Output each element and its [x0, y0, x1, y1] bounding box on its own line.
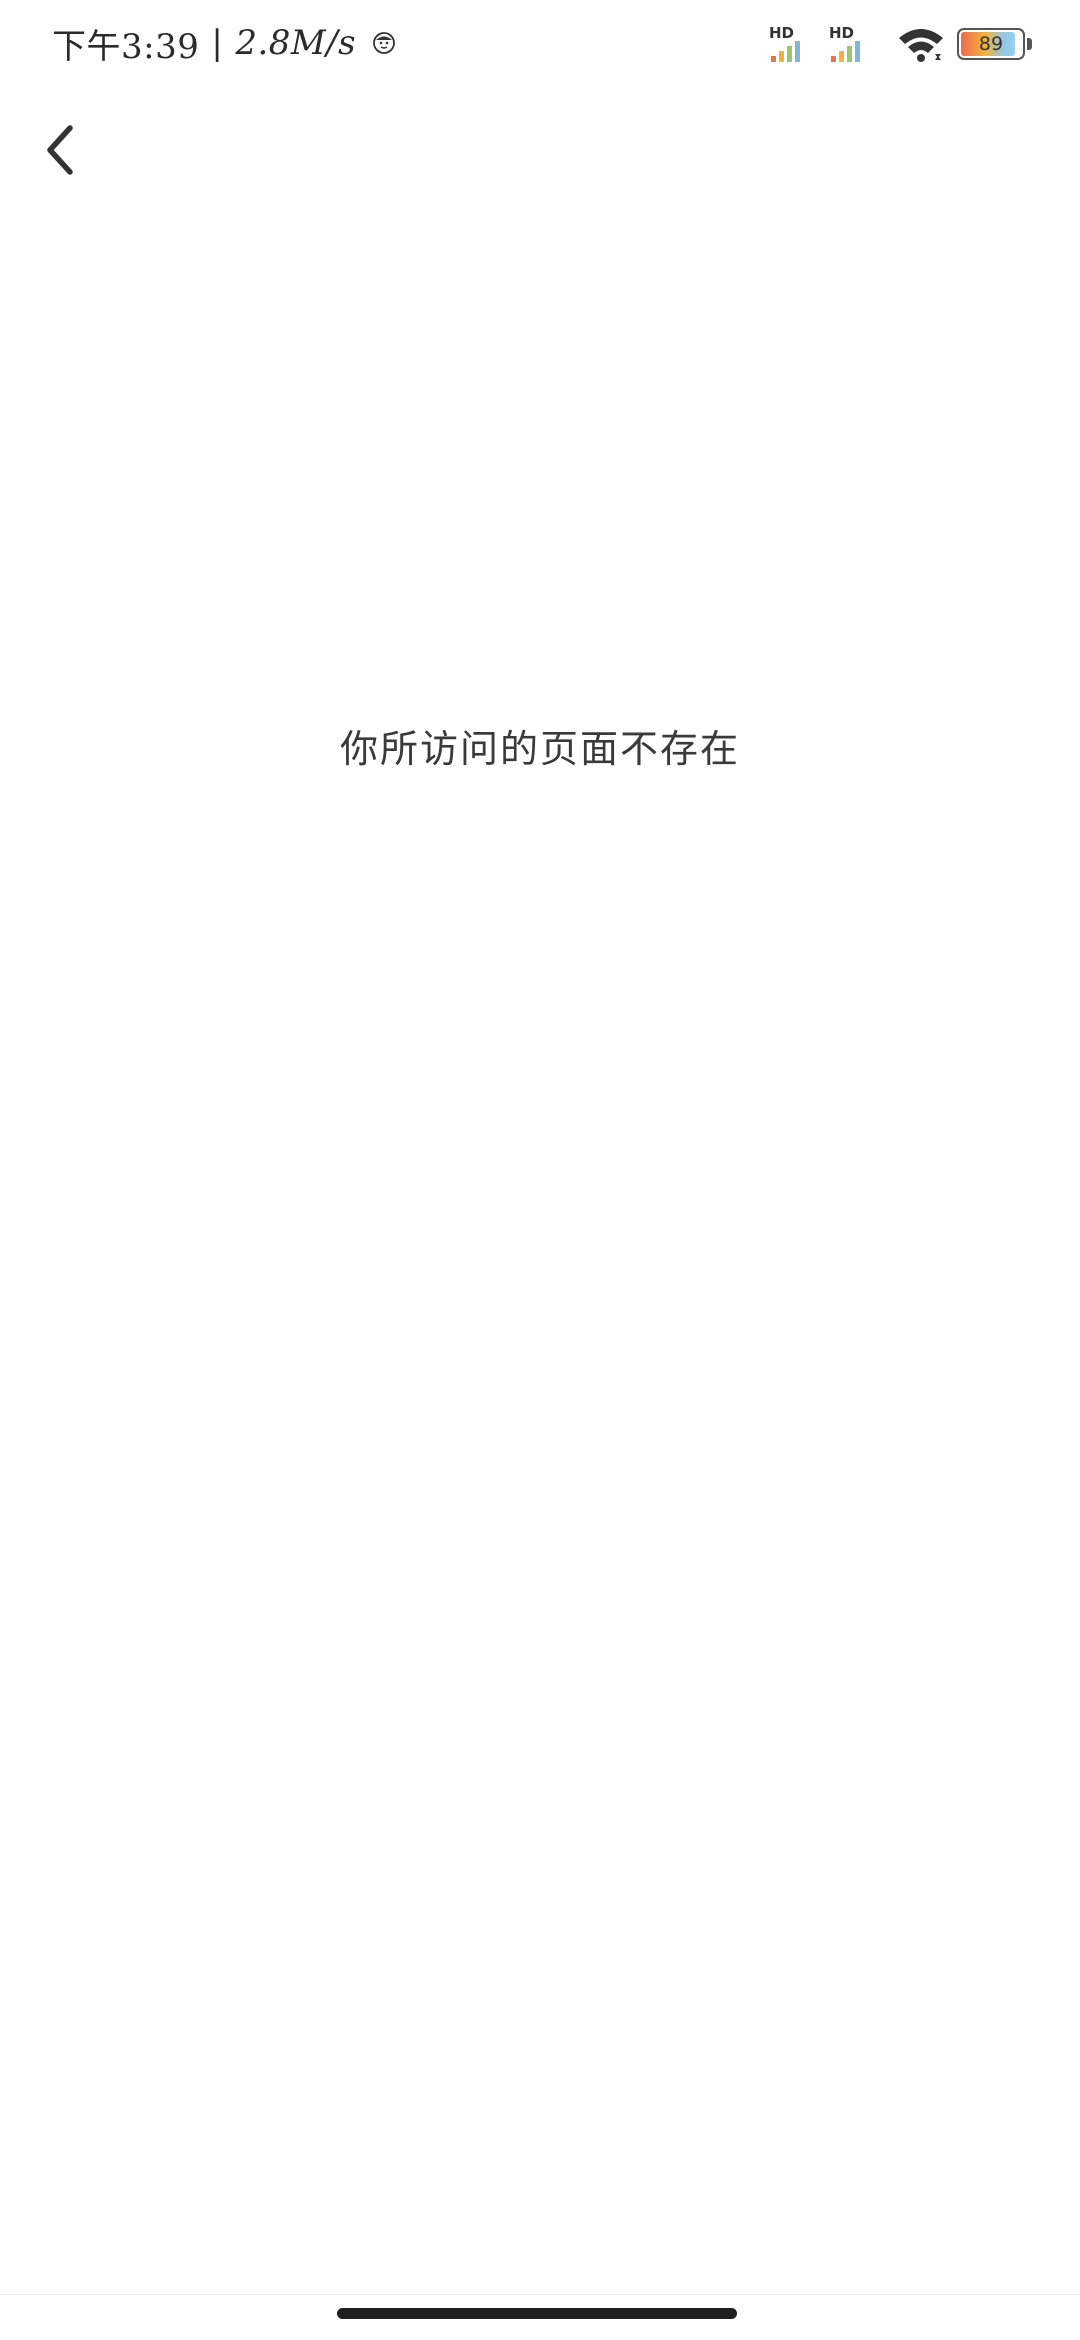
face-icon: [373, 32, 396, 54]
status-time: 下午3:39: [52, 26, 200, 67]
back-button[interactable]: [24, 110, 96, 190]
status-right: HD HD 89: [767, 22, 1032, 66]
chevron-left-icon: [47, 125, 73, 175]
network-speed: 2.8M/s: [235, 23, 357, 63]
wifi-icon: [899, 29, 943, 62]
status-bar: 下午3:39 | 2.8M/s HD HD 89: [0, 0, 1080, 86]
signal-icon: [771, 41, 800, 62]
signal-sim2: HD: [827, 24, 871, 62]
signal-sim1: HD: [767, 24, 811, 62]
signal-icon: [831, 41, 860, 62]
status-left: 下午3:39 | 2.8M/s: [52, 18, 396, 68]
bottom-divider: [0, 2294, 1080, 2295]
home-indicator[interactable]: [337, 2308, 737, 2319]
status-separator: |: [211, 23, 224, 63]
battery-icon: 89: [957, 28, 1025, 60]
page-not-found-message: 你所访问的页面不存在: [339, 727, 740, 771]
battery-cap: [1027, 38, 1032, 50]
battery-level: 89: [978, 33, 1004, 55]
